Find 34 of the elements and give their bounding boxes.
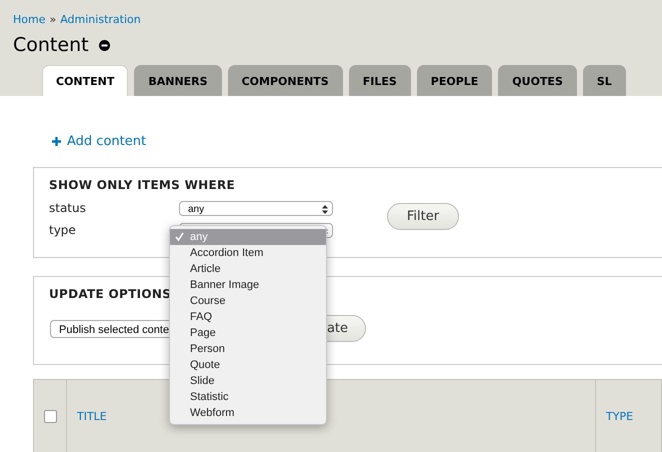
field-label: type xyxy=(49,223,77,237)
dropdown-option[interactable]: Slide xyxy=(170,373,326,389)
plus-icon xyxy=(52,137,61,146)
select-arrows-icon xyxy=(322,204,328,214)
field-label: status xyxy=(49,201,87,215)
select-all-checkbox[interactable] xyxy=(44,410,57,422)
tab[interactable]: BANNERS xyxy=(134,65,222,96)
dropdown-option[interactable]: Person xyxy=(170,341,326,357)
check-icon xyxy=(175,232,184,241)
tab[interactable]: FILES xyxy=(348,65,411,96)
dropdown-option[interactable]: Quote xyxy=(170,357,326,373)
add-content-link[interactable]: Add content xyxy=(52,134,146,149)
dropdown-option[interactable]: Statistic xyxy=(170,389,326,405)
filter-button[interactable]: Filter xyxy=(387,203,459,230)
breadcrumb-link[interactable]: Administration xyxy=(60,12,141,26)
breadcrumb-link[interactable]: Home xyxy=(13,12,46,26)
page-title: Content xyxy=(13,34,89,56)
tab[interactable]: PEOPLE xyxy=(416,65,492,96)
tab[interactable]: COMPONENTS xyxy=(228,65,343,96)
column-header[interactable]: TYPE xyxy=(606,410,634,422)
select-field[interactable]: any xyxy=(179,200,333,216)
fieldset-legend: SHOW ONLY ITEMS WHERE xyxy=(49,178,236,192)
dropdown-option[interactable]: Course xyxy=(170,293,326,309)
dropdown-option[interactable]: Webform xyxy=(170,405,326,421)
collapse-icon[interactable] xyxy=(98,40,110,50)
dropdown-option[interactable]: Banner Image xyxy=(170,277,326,293)
fieldset-legend: UPDATE OPTIONS xyxy=(49,287,172,301)
tab[interactable]: CONTENT xyxy=(42,65,128,96)
tab[interactable]: SL xyxy=(582,65,626,96)
breadcrumb-separator: » xyxy=(49,12,56,26)
tab[interactable]: QUOTES xyxy=(498,65,577,96)
column-header[interactable]: TITLE xyxy=(77,410,107,422)
dropdown-option[interactable]: Accordion Item xyxy=(170,245,326,261)
dropdown-option[interactable]: Article xyxy=(170,261,326,277)
